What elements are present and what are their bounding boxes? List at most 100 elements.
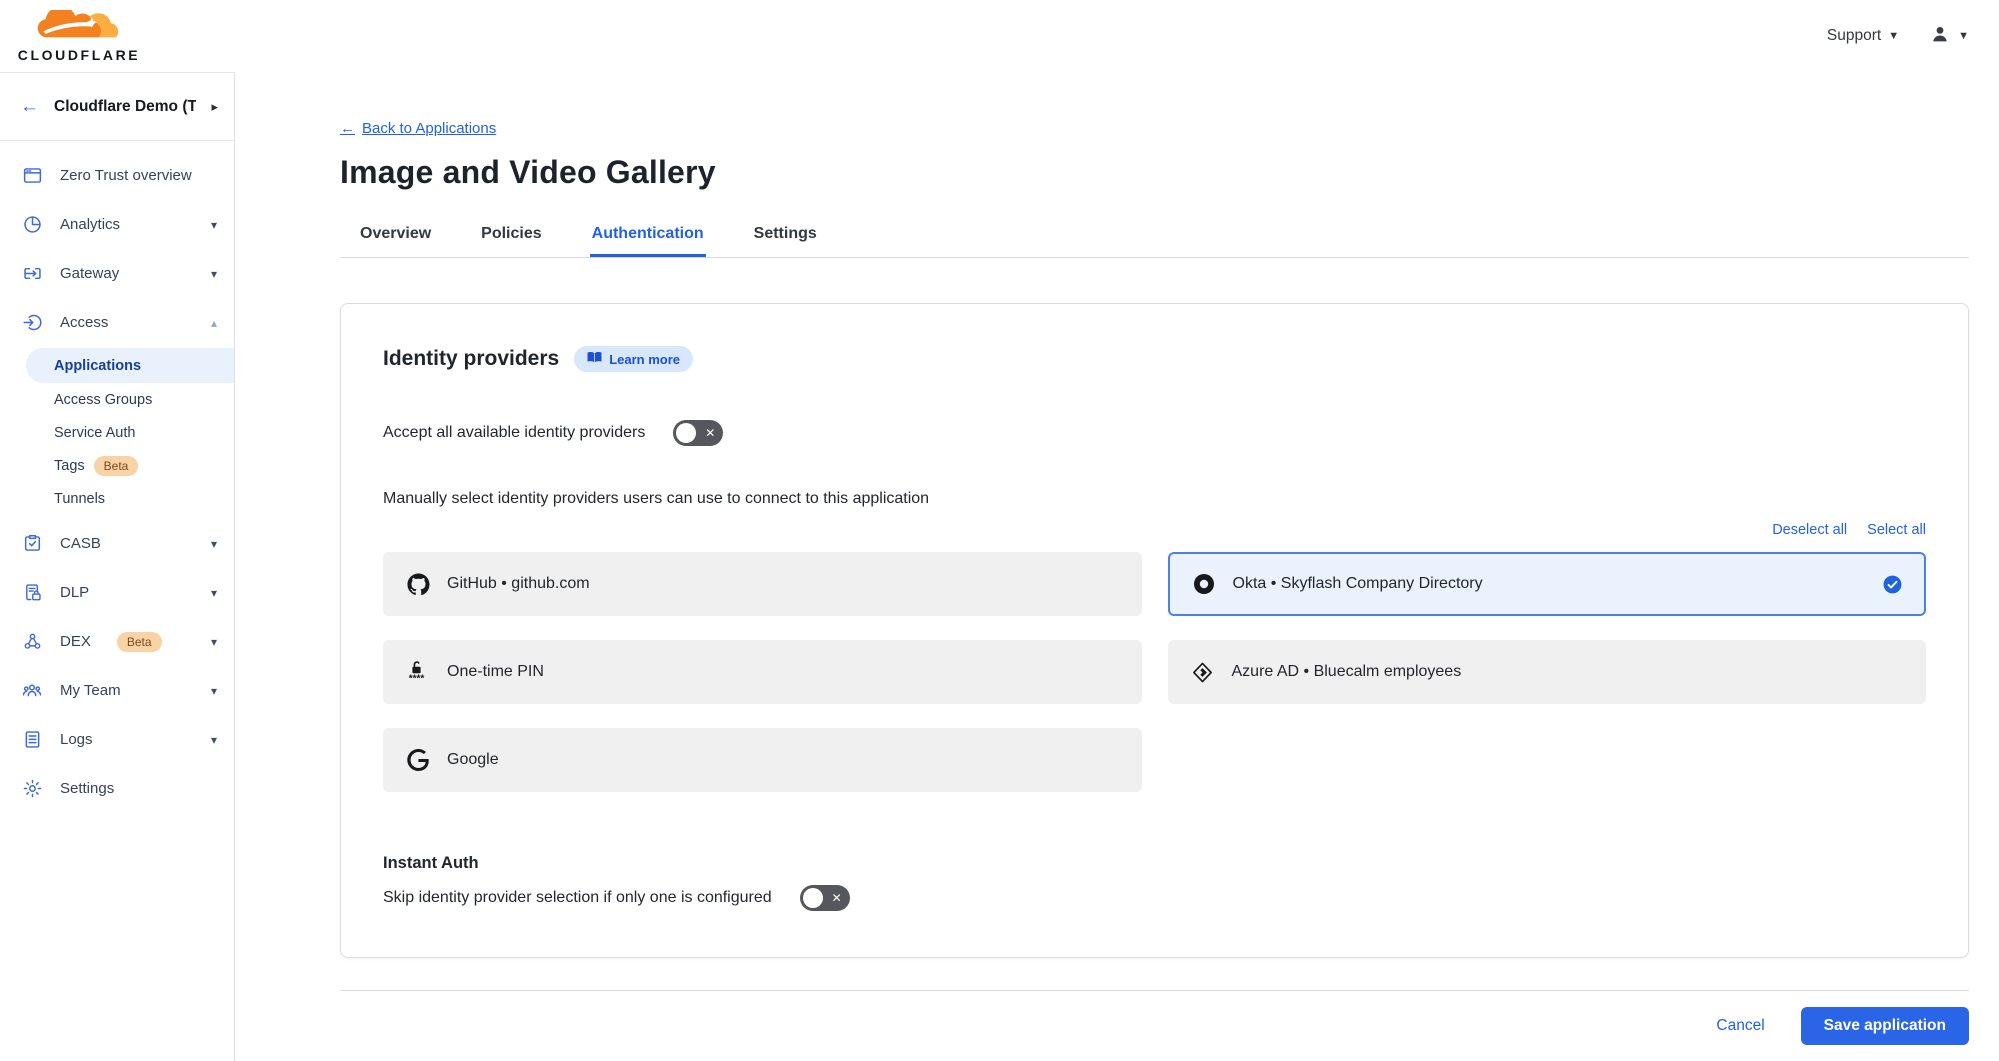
dlp-document-lock-icon (21, 582, 43, 604)
sidebar-item-settings[interactable]: Settings (0, 764, 234, 813)
cloudflare-logo[interactable]: CLOUDFLARE (14, 10, 144, 63)
learn-more-badge[interactable]: Learn more (574, 346, 693, 372)
toggle-off-x-icon: ✕ (832, 892, 842, 904)
gateway-icon (21, 263, 43, 285)
dex-network-icon (21, 631, 43, 653)
okta-icon (1192, 571, 1216, 597)
chevron-down-icon: ▾ (211, 733, 217, 747)
toggle-knob (803, 888, 823, 908)
sidebar-item-gateway[interactable]: Gateway ▾ (0, 249, 234, 298)
toggle-off-x-icon: ✕ (705, 427, 715, 439)
provider-card-okta[interactable]: Okta • Skyflash Company Directory (1168, 552, 1927, 616)
chevron-down-icon: ▾ (211, 218, 217, 232)
provider-name: Okta • Skyflash Company Directory (1233, 575, 1483, 593)
sidebar-item-access-groups[interactable]: Access Groups (0, 383, 234, 416)
provider-card-google[interactable]: Google (383, 728, 1142, 792)
accept-all-toggle[interactable]: ✕ (673, 420, 723, 446)
chevron-down-icon: ▾ (211, 684, 217, 698)
chevron-down-icon: ▾ (211, 537, 217, 551)
sidebar-item-analytics[interactable]: Analytics ▾ (0, 200, 234, 249)
access-icon (21, 312, 43, 334)
back-to-applications-link[interactable]: ← Back to Applications (340, 120, 496, 137)
provider-card-one-time-pin[interactable]: **** One-time PIN (383, 640, 1142, 704)
tab-bar: Overview Policies Authentication Setting… (340, 225, 1969, 258)
instant-auth-toggle[interactable]: ✕ (800, 885, 850, 911)
cloudflare-wordmark: CLOUDFLARE (18, 47, 140, 63)
sidebar-item-tags[interactable]: Tags Beta (0, 449, 234, 482)
back-arrow-icon: ← (340, 120, 355, 137)
book-icon (587, 351, 602, 367)
one-time-pin-icon: **** (406, 659, 430, 685)
sidebar-item-dex[interactable]: DEX Beta ▾ (0, 617, 234, 666)
sidebar-item-label: Settings (60, 780, 114, 797)
sidebar-item-label: DLP (60, 584, 89, 601)
provider-grid: GitHub • github.com Okta • Skyflash Comp… (383, 552, 1926, 792)
toggle-knob (676, 423, 696, 443)
selected-check-icon (1883, 575, 1902, 594)
sidebar-item-label: Access (60, 314, 108, 331)
sidebar-item-access[interactable]: Access ▴ (0, 298, 234, 347)
sidebar-item-service-auth[interactable]: Service Auth (0, 416, 234, 449)
beta-badge: Beta (117, 632, 162, 652)
sidebar-item-casb[interactable]: CASB ▾ (0, 519, 234, 568)
sidebar-item-dlp[interactable]: DLP ▾ (0, 568, 234, 617)
form-action-bar: Cancel Save application (340, 990, 1969, 1061)
sidebar-item-my-team[interactable]: My Team ▾ (0, 666, 234, 715)
gear-icon (21, 778, 43, 800)
select-all-link[interactable]: Select all (1867, 522, 1926, 538)
sidebar-item-label: Tags (54, 458, 85, 474)
page-title: Image and Video Gallery (340, 154, 1969, 191)
github-icon (406, 571, 430, 597)
sidebar-item-label: Applications (54, 358, 141, 374)
chevron-up-icon: ▴ (211, 316, 217, 330)
instant-auth-label: Skip identity provider selection if only… (383, 889, 772, 907)
provider-name: Azure AD • Bluecalm employees (1232, 663, 1462, 681)
provider-name: GitHub • github.com (447, 575, 590, 593)
analytics-pie-icon (21, 214, 43, 236)
sidebar-item-label: DEX (60, 633, 91, 650)
svg-text:****: **** (409, 674, 425, 685)
sidebar-item-label: Gateway (60, 265, 119, 282)
sidebar-item-applications[interactable]: Applications (26, 348, 234, 383)
team-people-icon (21, 680, 43, 702)
support-menu[interactable]: Support ▼ (1827, 27, 1899, 45)
tab-policies[interactable]: Policies (479, 225, 543, 257)
tab-settings[interactable]: Settings (752, 225, 819, 257)
tab-authentication[interactable]: Authentication (590, 225, 706, 257)
sidebar-item-label: Access Groups (54, 392, 152, 408)
cancel-button[interactable]: Cancel (1716, 1017, 1764, 1035)
identity-providers-heading: Identity providers (383, 347, 559, 371)
sidebar-item-tunnels[interactable]: Tunnels (0, 482, 234, 515)
back-link-label: Back to Applications (362, 120, 496, 137)
casb-icon (21, 533, 43, 555)
chevron-down-icon: ▾ (211, 267, 217, 281)
support-label: Support (1827, 27, 1881, 45)
access-sub-menu: Applications Access Groups Service Auth … (0, 348, 234, 515)
chevron-right-icon[interactable]: ▸ (211, 99, 218, 115)
logs-document-icon (21, 729, 43, 751)
sidebar-item-zero-trust-overview[interactable]: Zero Trust overview (0, 151, 234, 200)
manual-select-text: Manually select identity providers users… (383, 490, 1926, 508)
account-name[interactable]: Cloudflare Demo (T... (54, 98, 196, 116)
save-application-button[interactable]: Save application (1801, 1007, 1969, 1045)
top-bar: CLOUDFLARE Support ▼ ▼ (0, 0, 1999, 72)
provider-card-azure-ad[interactable]: Azure AD • Bluecalm employees (1168, 640, 1927, 704)
tab-overview[interactable]: Overview (358, 225, 433, 257)
sidebar-item-label: Analytics (60, 216, 120, 233)
sidebar-account-header: ← Cloudflare Demo (T... ▸ (0, 73, 234, 141)
sidebar-item-label: Service Auth (54, 425, 135, 441)
chevron-down-icon: ▼ (1888, 30, 1899, 42)
azure-ad-icon (1191, 659, 1215, 685)
back-arrow-icon[interactable]: ← (20, 97, 39, 116)
sidebar-item-label: Zero Trust overview (60, 167, 192, 184)
sidebar-item-label: Logs (60, 731, 93, 748)
provider-card-github[interactable]: GitHub • github.com (383, 552, 1142, 616)
identity-providers-card: Identity providers Learn more Accept all… (340, 303, 1969, 958)
sidebar-item-logs[interactable]: Logs ▾ (0, 715, 234, 764)
cloudflare-cloud-icon (33, 10, 125, 46)
deselect-all-link[interactable]: Deselect all (1772, 522, 1847, 538)
main-content: ← Back to Applications Image and Video G… (235, 72, 1999, 1061)
accept-all-label: Accept all available identity providers (383, 424, 645, 442)
chevron-down-icon: ▼ (1958, 30, 1969, 42)
account-menu[interactable]: ▼ (1929, 23, 1969, 50)
